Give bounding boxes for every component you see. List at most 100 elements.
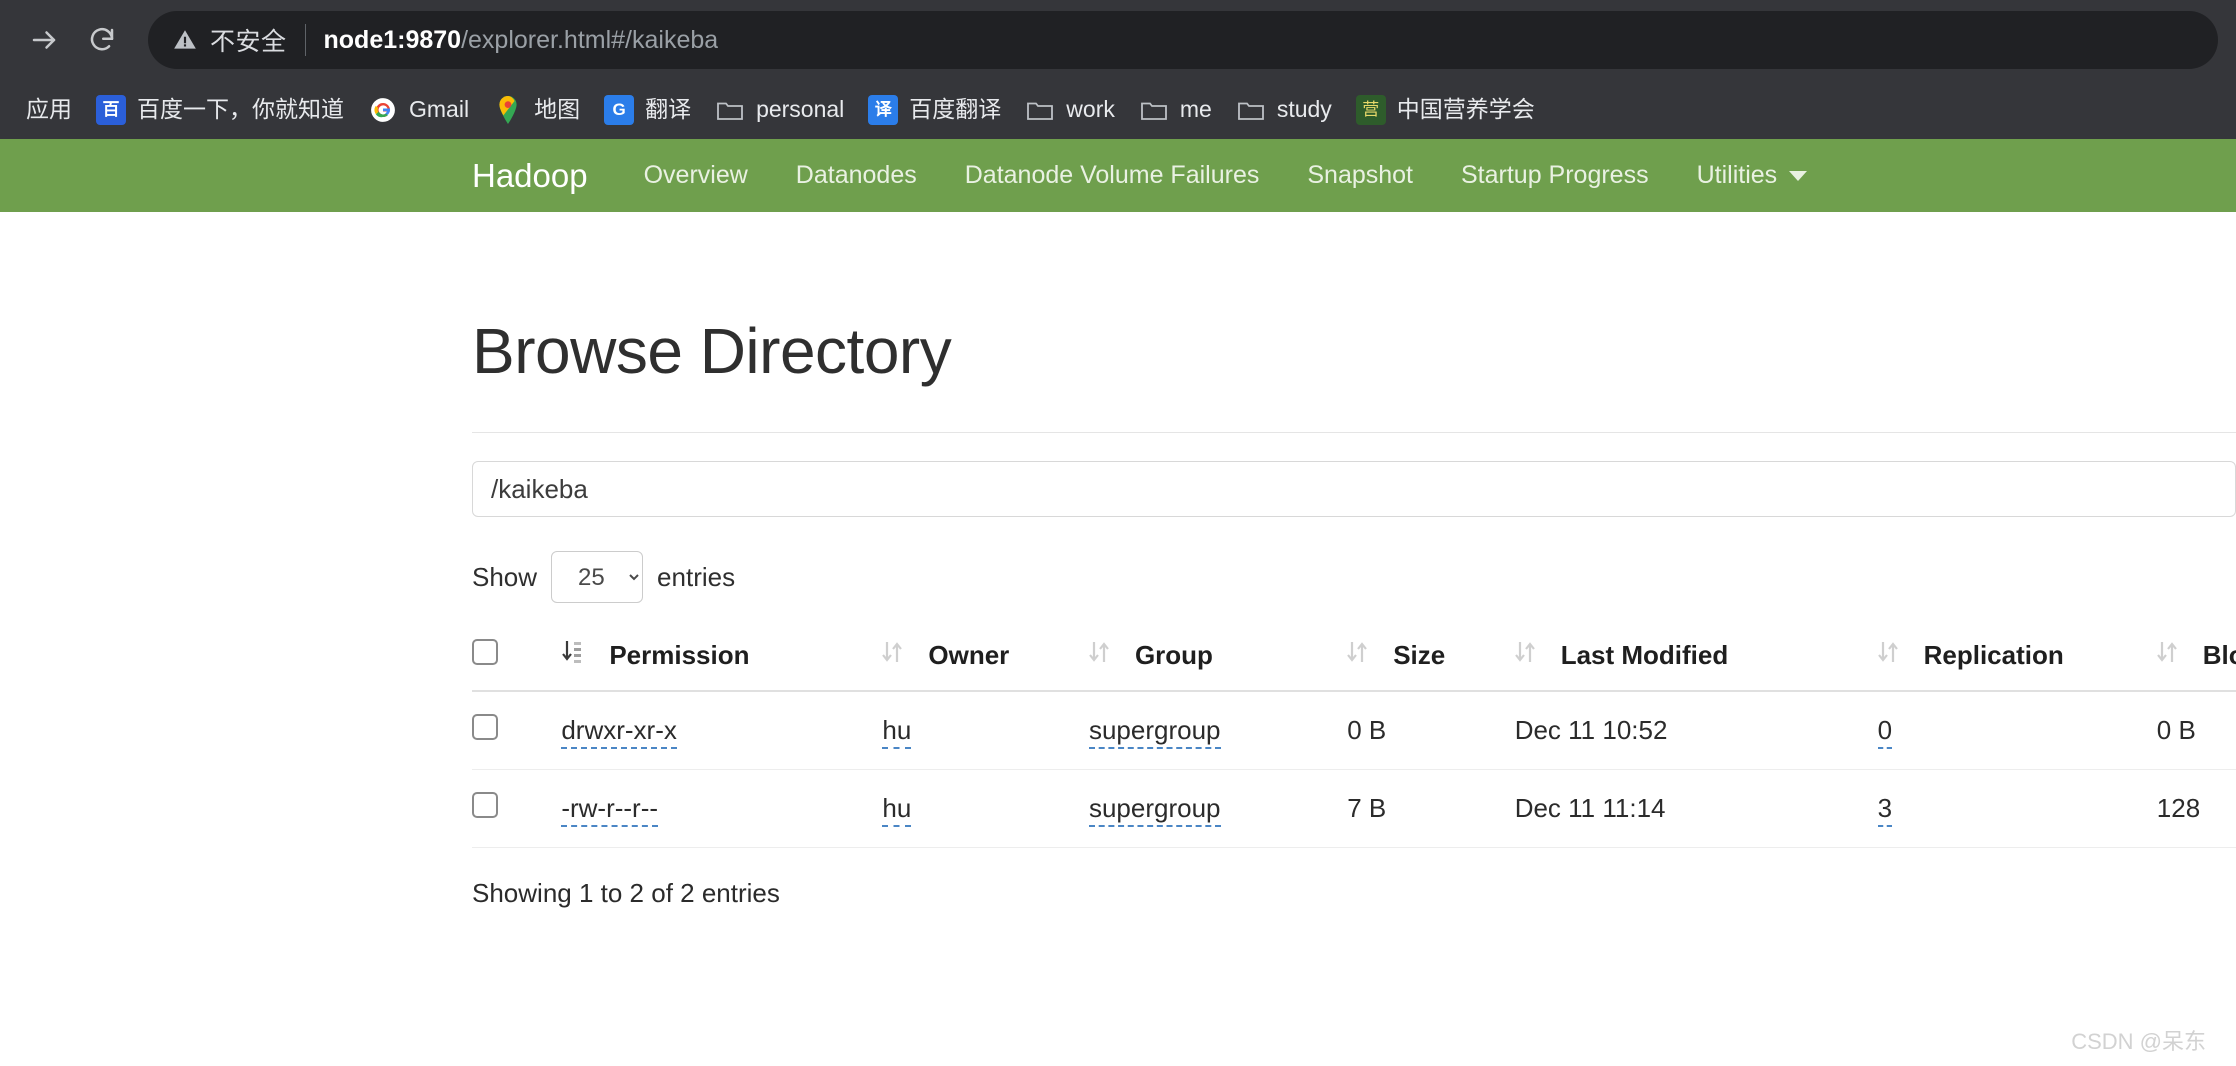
reload-icon[interactable]: [76, 14, 128, 66]
bookmark-apps[interactable]: 应用: [14, 88, 84, 132]
column-header-last-modified[interactable]: Last Modified: [1514, 629, 1878, 692]
row-select-cell[interactable]: [472, 769, 562, 848]
column-header-label: Group: [1134, 640, 1213, 670]
forward-arrow-icon[interactable]: [18, 14, 70, 66]
bookmark-label: 地图: [534, 96, 581, 122]
hadoop-brand[interactable]: Hadoop: [472, 157, 588, 195]
column-header-group[interactable]: Group: [1088, 629, 1348, 692]
replication-link[interactable]: 3: [1877, 793, 1893, 827]
sort-icon[interactable]: [2156, 639, 2177, 672]
column-header-label: Permission: [609, 640, 750, 670]
table-row[interactable]: -rw-r--r-- hu supergroup 7 B Dec 11 11:1…: [472, 769, 2236, 848]
bookmark-label: 翻译: [645, 96, 692, 122]
nav-link-snapshot[interactable]: Snapshot: [1307, 161, 1413, 190]
security-label: 不安全: [210, 28, 287, 56]
select-all-header[interactable]: [472, 629, 562, 692]
column-header-label: Blo: [2202, 640, 2236, 670]
bookmark-study[interactable]: study: [1224, 88, 1344, 132]
bookmark-work[interactable]: work: [1013, 88, 1127, 132]
path-row: [472, 461, 2236, 517]
group-link[interactable]: supergroup: [1088, 715, 1221, 749]
omnibox-divider: [304, 24, 306, 56]
sort-icon[interactable]: [1514, 639, 1535, 672]
column-header-block-size[interactable]: Blo: [2156, 629, 2236, 692]
google-maps-icon: [493, 95, 523, 125]
bookmark-baidu[interactable]: 百 百度一下，你就知道: [84, 88, 356, 132]
csdn-watermark: CSDN @呆东: [2071, 1029, 2206, 1054]
permission-link[interactable]: -rw-r--r--: [561, 793, 659, 827]
url-path: /explorer.html#/kaikeba: [461, 25, 719, 54]
gmail-icon: [368, 95, 398, 125]
replication-link[interactable]: 0: [1877, 715, 1893, 749]
cell-replication[interactable]: 0: [1877, 691, 2157, 770]
bookmarks-bar: 应用 百 百度一下，你就知道 Gmail 地图 G 翻译 personal 译 …: [0, 80, 2236, 139]
bookmark-nutrition-society[interactable]: 营 中国营养学会: [1344, 88, 1547, 132]
group-link[interactable]: supergroup: [1088, 793, 1221, 827]
bookmark-label: 百度一下，你就知道: [137, 96, 344, 122]
cell-last-modified: Dec 11 10:52: [1514, 691, 1878, 770]
nutrition-society-icon: 营: [1355, 94, 1386, 125]
sort-icon[interactable]: [1089, 639, 1109, 672]
bookmark-gmail[interactable]: Gmail: [356, 88, 481, 132]
cell-block-size: 128: [2156, 769, 2236, 848]
column-header-replication[interactable]: Replication: [1877, 629, 2157, 692]
cell-permission[interactable]: -rw-r--r--: [561, 769, 883, 848]
google-translate-icon: G: [604, 94, 635, 125]
nav-link-datanodes[interactable]: Datanodes: [796, 161, 917, 190]
address-bar[interactable]: 不安全 node1:9870/explorer.html#/kaikeba: [148, 11, 2218, 69]
owner-link[interactable]: hu: [882, 715, 912, 749]
browser-chrome: 不安全 node1:9870/explorer.html#/kaikeba 应用…: [0, 0, 2236, 139]
cell-owner[interactable]: hu: [882, 769, 1089, 848]
row-select-cell[interactable]: [472, 691, 562, 770]
folder-icon: [1139, 95, 1169, 125]
bookmark-label: me: [1179, 96, 1212, 122]
cell-size: 0 B: [1347, 691, 1515, 770]
column-header-size[interactable]: Size: [1347, 629, 1515, 692]
column-header-label: Last Modified: [1560, 640, 1729, 670]
browser-toolbar: 不安全 node1:9870/explorer.html#/kaikeba: [0, 0, 2236, 80]
row-checkbox[interactable]: [472, 792, 498, 818]
baidu-translate-icon: 译: [868, 94, 899, 125]
cell-group[interactable]: supergroup: [1088, 691, 1348, 770]
table-row[interactable]: drwxr-xr-x hu supergroup 0 B Dec 11 10:5…: [472, 691, 2236, 770]
permission-link[interactable]: drwxr-xr-x: [561, 715, 677, 749]
row-checkbox[interactable]: [472, 714, 498, 740]
bookmark-label: personal: [756, 96, 845, 122]
folder-icon: [1025, 95, 1055, 125]
show-entries-row: Show 25 entries: [472, 551, 2236, 603]
cell-group[interactable]: supergroup: [1088, 769, 1348, 848]
warning-triangle-icon[interactable]: [172, 27, 198, 53]
select-all-checkbox[interactable]: [472, 639, 498, 665]
column-header-label: Owner: [928, 640, 1010, 670]
column-header-label: Replication: [1923, 640, 2064, 670]
sort-icon[interactable]: [1347, 639, 1368, 672]
bookmark-label: study: [1276, 96, 1332, 122]
nav-link-datanode-volume-failures[interactable]: Datanode Volume Failures: [965, 161, 1260, 190]
bookmark-personal[interactable]: personal: [703, 88, 856, 132]
cell-replication[interactable]: 3: [1877, 769, 2157, 848]
directory-path-input[interactable]: [472, 461, 2236, 517]
nav-link-startup-progress[interactable]: Startup Progress: [1461, 161, 1649, 190]
cell-owner[interactable]: hu: [882, 691, 1089, 770]
cell-block-size: 0 B: [2156, 691, 2236, 770]
cell-permission[interactable]: drwxr-xr-x: [561, 691, 883, 770]
bookmark-translate[interactable]: G 翻译: [592, 88, 703, 132]
bookmark-maps[interactable]: 地图: [481, 88, 592, 132]
folder-icon: [1236, 95, 1266, 125]
sort-icon[interactable]: [1877, 639, 1898, 672]
table-info-footer: Showing 1 to 2 of 2 entries: [472, 878, 780, 908]
nav-link-overview[interactable]: Overview: [644, 161, 748, 190]
page-size-select[interactable]: 25: [551, 551, 644, 603]
page-title: Browse Directory: [472, 315, 952, 387]
nav-link-utilities[interactable]: Utilities: [1697, 161, 1808, 190]
column-header-owner[interactable]: Owner: [882, 629, 1089, 692]
bookmark-me[interactable]: me: [1127, 88, 1224, 132]
chevron-down-icon: [1789, 170, 1808, 181]
sort-icon[interactable]: [882, 639, 903, 672]
column-header-permission[interactable]: Permission: [561, 629, 883, 692]
owner-link[interactable]: hu: [882, 793, 912, 827]
bookmark-label: Gmail: [409, 96, 470, 122]
sort-descending-icon[interactable]: [561, 639, 583, 672]
bookmark-baidu-translate[interactable]: 译 百度翻译: [856, 88, 1013, 132]
url-text: node1:9870/explorer.html#/kaikeba: [324, 26, 719, 55]
